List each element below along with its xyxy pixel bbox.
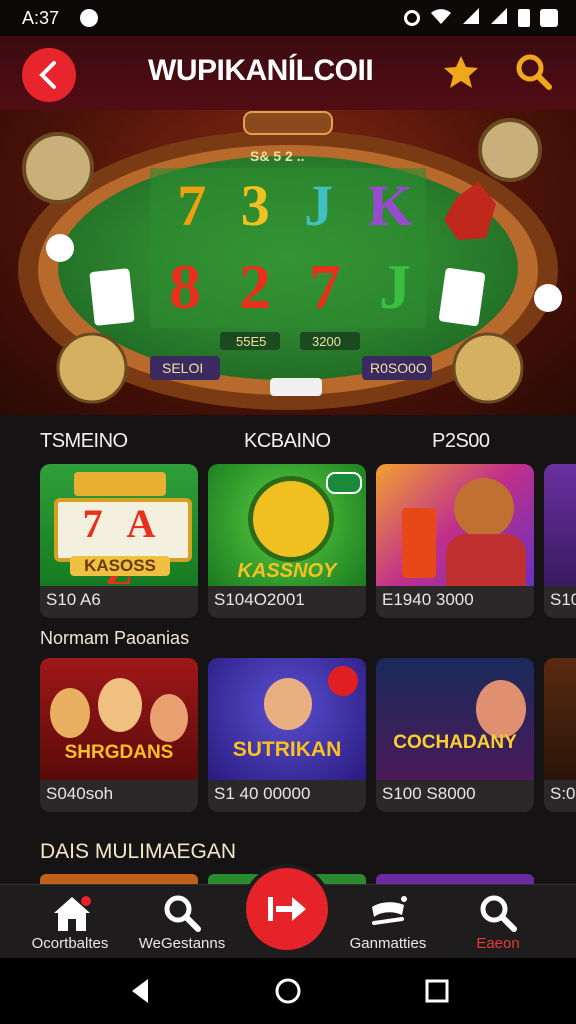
game-art-text: SHRGDANS [64, 742, 174, 763]
home-icon [54, 896, 91, 931]
back-arrow-icon [39, 61, 56, 89]
nav-search[interactable]: WeGestanns [132, 885, 232, 959]
game-thumbnail: SHRGDANS [40, 658, 198, 780]
nav-active-search[interactable]: Eaeon [448, 885, 548, 959]
reel-symbol: J [379, 251, 411, 322]
game-card-caption: S100 S8000 [382, 784, 476, 803]
game-art-text: KASSNOY [237, 560, 337, 582]
hero-reels-top: 7 3 J K [160, 172, 430, 239]
system-recents-icon[interactable] [425, 979, 449, 1003]
game-card-caption: S10 [550, 590, 576, 609]
game-thumbnail [376, 464, 534, 586]
play-icon [268, 897, 306, 921]
tab-third[interactable]: P2S00 [432, 430, 490, 453]
nav-label: WeGestanns [138, 935, 226, 952]
search-icon [516, 54, 552, 90]
hero-button-left[interactable]: SELOI [162, 360, 203, 376]
nav-label: Ocortbaltes [31, 935, 109, 952]
hero-value-a: 55E5 [236, 334, 267, 349]
alarm-icon [404, 10, 420, 26]
game-thumbnail: COCHADANY [376, 658, 534, 780]
game-art-text: KASOSS [70, 556, 170, 576]
game-thumbnail: SUTRIKAN [208, 658, 366, 780]
tab-second[interactable]: KCBAINO [244, 430, 331, 453]
reel-symbol: J [304, 173, 334, 238]
status-bar: A:37 [0, 0, 576, 36]
reel-symbol: K [367, 173, 413, 238]
game-card-caption: S040soh [46, 784, 114, 803]
hero-button-right[interactable]: R0SO0O [370, 360, 427, 376]
game-card[interactable]: S:0 [544, 658, 576, 812]
favorite-button[interactable] [442, 54, 480, 94]
back-button[interactable] [22, 48, 76, 102]
game-controller-icon [372, 896, 407, 925]
wifi-icon [430, 7, 452, 29]
hero-sign: S& 5 2 .. [250, 148, 305, 164]
game-card-caption: S10 A6 [46, 590, 101, 609]
search-icon [164, 895, 201, 932]
game-card-caption: S:0 [550, 784, 576, 803]
game-thumbnail: 7 A Z KASOSS [40, 464, 198, 586]
system-back-icon[interactable] [128, 977, 152, 1005]
section-title: Normam Paoanias [40, 628, 190, 648]
nav-home[interactable]: Ocortbaltes [20, 885, 120, 959]
hero-reels-bottom: 8 2 7 J [150, 250, 430, 324]
tab-first[interactable]: TSMEINO [40, 430, 128, 453]
hero-value-b: 3200 [312, 334, 341, 349]
battery-icon [518, 9, 530, 27]
game-card[interactable]: SHRGDANS S040soh [40, 658, 198, 812]
game-card[interactable]: KASSNOY S104O2001 [208, 464, 366, 618]
search-icon [480, 895, 517, 932]
nav-label: Eaeon [476, 935, 520, 952]
game-card[interactable]: COCHADANY S100 S8000 [376, 658, 534, 812]
play-button[interactable] [246, 868, 328, 950]
search-button[interactable] [514, 52, 554, 96]
game-art-text: COCHADANY [393, 732, 517, 753]
signal-2-icon [490, 7, 508, 29]
category-tabs: TSMEINO KCBAINO P2S00 [0, 430, 576, 458]
hero-banner[interactable]: 7 3 J K 8 2 7 J S& 5 2 .. 55E5 3200 SELO… [0, 110, 576, 415]
reel-symbol: 8 [169, 251, 201, 322]
game-card-caption: E1940 3000 [382, 590, 474, 609]
reel-symbol: 2 [239, 251, 271, 322]
system-nav [0, 958, 576, 1024]
app-badge-icon [540, 9, 558, 27]
game-card[interactable]: 7 A Z KASOSS S10 A6 [40, 464, 198, 618]
game-thumbnail [544, 464, 576, 586]
game-thumbnail: KASSNOY [208, 464, 366, 586]
game-art-text: SUTRIKAN [232, 738, 342, 761]
star-icon [444, 56, 478, 88]
reel-symbol: 7 [309, 251, 341, 322]
game-card-caption: S104O2001 [214, 590, 305, 609]
game-card[interactable]: E1940 3000 [376, 464, 534, 618]
section-title: DAIS MULIMAEGAN [40, 840, 237, 863]
game-card-caption: S1 40 00000 [214, 784, 311, 803]
status-time: A:37 [22, 8, 60, 28]
system-home-icon[interactable] [274, 977, 302, 1005]
nav-games[interactable]: Ganmatties [338, 885, 438, 959]
game-card[interactable]: SUTRIKAN S1 40 00000 [208, 658, 366, 812]
page-title: WUPIKANÍLCOII [148, 54, 374, 87]
game-thumbnail [544, 658, 576, 780]
notification-icon [80, 9, 98, 27]
game-card[interactable]: S10 [544, 464, 576, 618]
nav-label: Ganmatties [349, 935, 427, 952]
reel-symbol: 3 [240, 173, 270, 238]
app-bar: WUPIKANÍLCOII [0, 36, 576, 110]
signal-icon [462, 7, 480, 29]
reel-symbol: 7 [177, 173, 207, 238]
status-icons [404, 7, 558, 29]
